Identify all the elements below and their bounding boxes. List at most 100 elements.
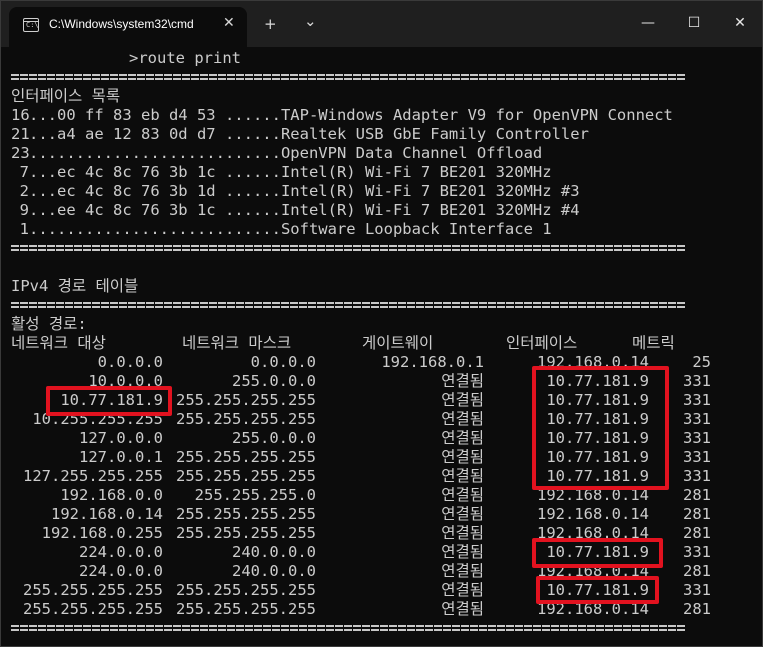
redacted-path — [11, 50, 129, 67]
route-mask: 0.0.0.0 — [250, 353, 316, 371]
interface-index: 7 — [19, 163, 29, 181]
route-gateway: 연결됨 — [441, 486, 484, 504]
route-gateway: 연결됨 — [441, 467, 484, 485]
separator — [11, 68, 756, 87]
interface-row: 7...ec 4c 8c 76 3b 1c ......Intel(R) Wi-… — [11, 163, 756, 182]
route-metric: 331 — [683, 372, 711, 390]
new-tab-button[interactable]: + — [264, 16, 277, 32]
route-metric: 281 — [683, 524, 711, 542]
route-metric: 281 — [683, 486, 711, 504]
route-metric: 331 — [683, 581, 711, 599]
route-interface: 192.168.0.14 — [537, 505, 649, 523]
title-bar: C:\ C:\Windows\system32\cmd ✕ + ⌄ — ☐ ✕ — [1, 1, 762, 47]
route-gateway: 연결됨 — [441, 505, 484, 523]
header-destination: 네트워크 대상 — [11, 334, 106, 352]
route-mask: 255.255.255.255 — [176, 467, 316, 485]
route-destination: 224.0.0.0 — [79, 543, 163, 561]
interface-description: ...ee 4c 8c 76 3b 1c ......Intel(R) Wi-F… — [29, 201, 580, 219]
header-interface: 인터페이스 — [506, 334, 578, 352]
interface-list: 16...00 ff 83 eb d4 53 ......TAP-Windows… — [11, 106, 756, 239]
terminal-window: C:\ C:\Windows\system32\cmd ✕ + ⌄ — ☐ ✕ … — [0, 0, 763, 647]
route-metric: 331 — [683, 448, 711, 466]
route-metric: 281 — [683, 505, 711, 523]
tab-close-icon[interactable]: ✕ — [223, 15, 235, 31]
route-metric: 331 — [683, 467, 711, 485]
route-destination: 127.0.0.1 — [79, 448, 163, 466]
header-metric: 메트릭 — [632, 334, 675, 352]
interface-row: 9...ee 4c 8c 76 3b 1c ......Intel(R) Wi-… — [11, 201, 756, 220]
route-destination: 255.255.255.255 — [23, 600, 163, 618]
route-gateway: 192.168.0.1 — [381, 353, 484, 371]
route-destination: 255.255.255.255 — [23, 581, 163, 599]
interface-index: 21 — [11, 125, 30, 143]
route-mask: 255.255.255.255 — [176, 600, 316, 618]
route-gateway: 연결됨 — [441, 600, 484, 618]
route-gateway: 연결됨 — [441, 372, 484, 390]
route-mask: 255.255.255.255 — [176, 448, 316, 466]
interface-row: 16...00 ff 83 eb d4 53 ......TAP-Windows… — [11, 106, 756, 125]
route-mask: 255.255.255.255 — [176, 505, 316, 523]
route-gateway: 연결됨 — [441, 429, 484, 447]
route-metric: 281 — [683, 562, 711, 580]
route-gateway: 연결됨 — [441, 448, 484, 466]
interface-description: ...ec 4c 8c 76 3b 1c ......Intel(R) Wi-F… — [29, 163, 552, 181]
route-mask: 240.0.0.0 — [232, 562, 316, 580]
route-gateway: 연결됨 — [441, 543, 484, 561]
route-gateway: 연결됨 — [441, 562, 484, 580]
route-mask: 255.255.255.255 — [176, 524, 316, 542]
route-metric: 331 — [683, 391, 711, 409]
interface-description: ...a4 ae 12 83 0d d7 ......Realtek USB G… — [29, 125, 589, 143]
route-row: 192.168.0.14 255.255.255.255 연결됨 192.168.0.… — [11, 505, 756, 524]
interface-description: ...00 ff 83 eb d4 53 ......TAP-Windows A… — [29, 106, 673, 124]
route-mask: 255.255.255.255 — [176, 391, 316, 409]
route-destination: 0.0.0.0 — [97, 353, 163, 371]
interface-row: 21...a4 ae 12 83 0d d7 ......Realtek USB… — [11, 125, 756, 144]
route-mask: 240.0.0.0 — [232, 543, 316, 561]
route-destination: 127.255.255.255 — [23, 467, 163, 485]
tab-dropdown-button[interactable]: ⌄ — [304, 13, 317, 29]
highlight-box — [532, 538, 663, 568]
route-mask: 255.0.0.0 — [232, 372, 316, 390]
route-destination: 192.168.0.0 — [60, 486, 163, 504]
route-metric: 281 — [683, 600, 711, 618]
interface-description: ...........................Software Loop… — [29, 220, 552, 238]
tab-cmd[interactable]: C:\ C:\Windows\system32\cmd ✕ — [9, 7, 247, 47]
route-metric: 331 — [683, 429, 711, 447]
header-mask: 네트워크 마스크 — [182, 334, 292, 352]
header-gateway: 게이트웨이 — [362, 334, 434, 352]
interface-index: 16 — [11, 106, 30, 124]
interface-index: 9 — [19, 201, 29, 219]
highlight-box — [46, 386, 172, 416]
interface-index: 2 — [19, 182, 29, 200]
route-gateway: 연결됨 — [441, 410, 484, 428]
separator — [11, 296, 756, 315]
route-mask: 255.255.255.255 — [176, 410, 316, 428]
route-table-header: 네트워크 대상 네트워크 마스크 게이트웨이 인터페이스 메트릭 — [11, 334, 756, 353]
command-line: >route print — [11, 49, 756, 68]
route-destination: 192.168.0.14 — [51, 505, 163, 523]
route-mask: 255.255.255.0 — [194, 486, 316, 504]
route-destination: 192.168.0.255 — [41, 524, 163, 542]
maximize-button[interactable]: ☐ — [671, 1, 717, 45]
highlight-box — [532, 366, 669, 490]
interface-description: ...ec 4c 8c 76 3b 1d ......Intel(R) Wi-F… — [29, 182, 580, 200]
minimize-button[interactable]: — — [625, 1, 671, 45]
interface-row: 23...........................OpenVPN Dat… — [11, 144, 756, 163]
interface-description: ...........................OpenVPN Data … — [29, 144, 543, 162]
tab-title: C:\Windows\system32\cmd — [49, 17, 194, 31]
ipv4-table-title: IPv4 경로 테이블 — [11, 277, 139, 295]
route-metric: 331 — [683, 543, 711, 561]
close-button[interactable]: ✕ — [717, 1, 762, 45]
interface-index: 1 — [19, 220, 29, 238]
route-mask: 255.0.0.0 — [232, 429, 316, 447]
route-destination: 127.0.0.0 — [79, 429, 163, 447]
highlight-box — [536, 576, 659, 604]
command-text: >route print — [129, 49, 241, 67]
terminal-icon: C:\ — [23, 18, 39, 32]
interface-list-title: 인터페이스 목록 — [11, 87, 121, 105]
route-gateway: 연결됨 — [441, 581, 484, 599]
interface-index: 23 — [11, 144, 30, 162]
interface-row: 1...........................Software Loo… — [11, 220, 756, 239]
route-metric: 331 — [683, 410, 711, 428]
route-metric: 25 — [692, 353, 711, 371]
